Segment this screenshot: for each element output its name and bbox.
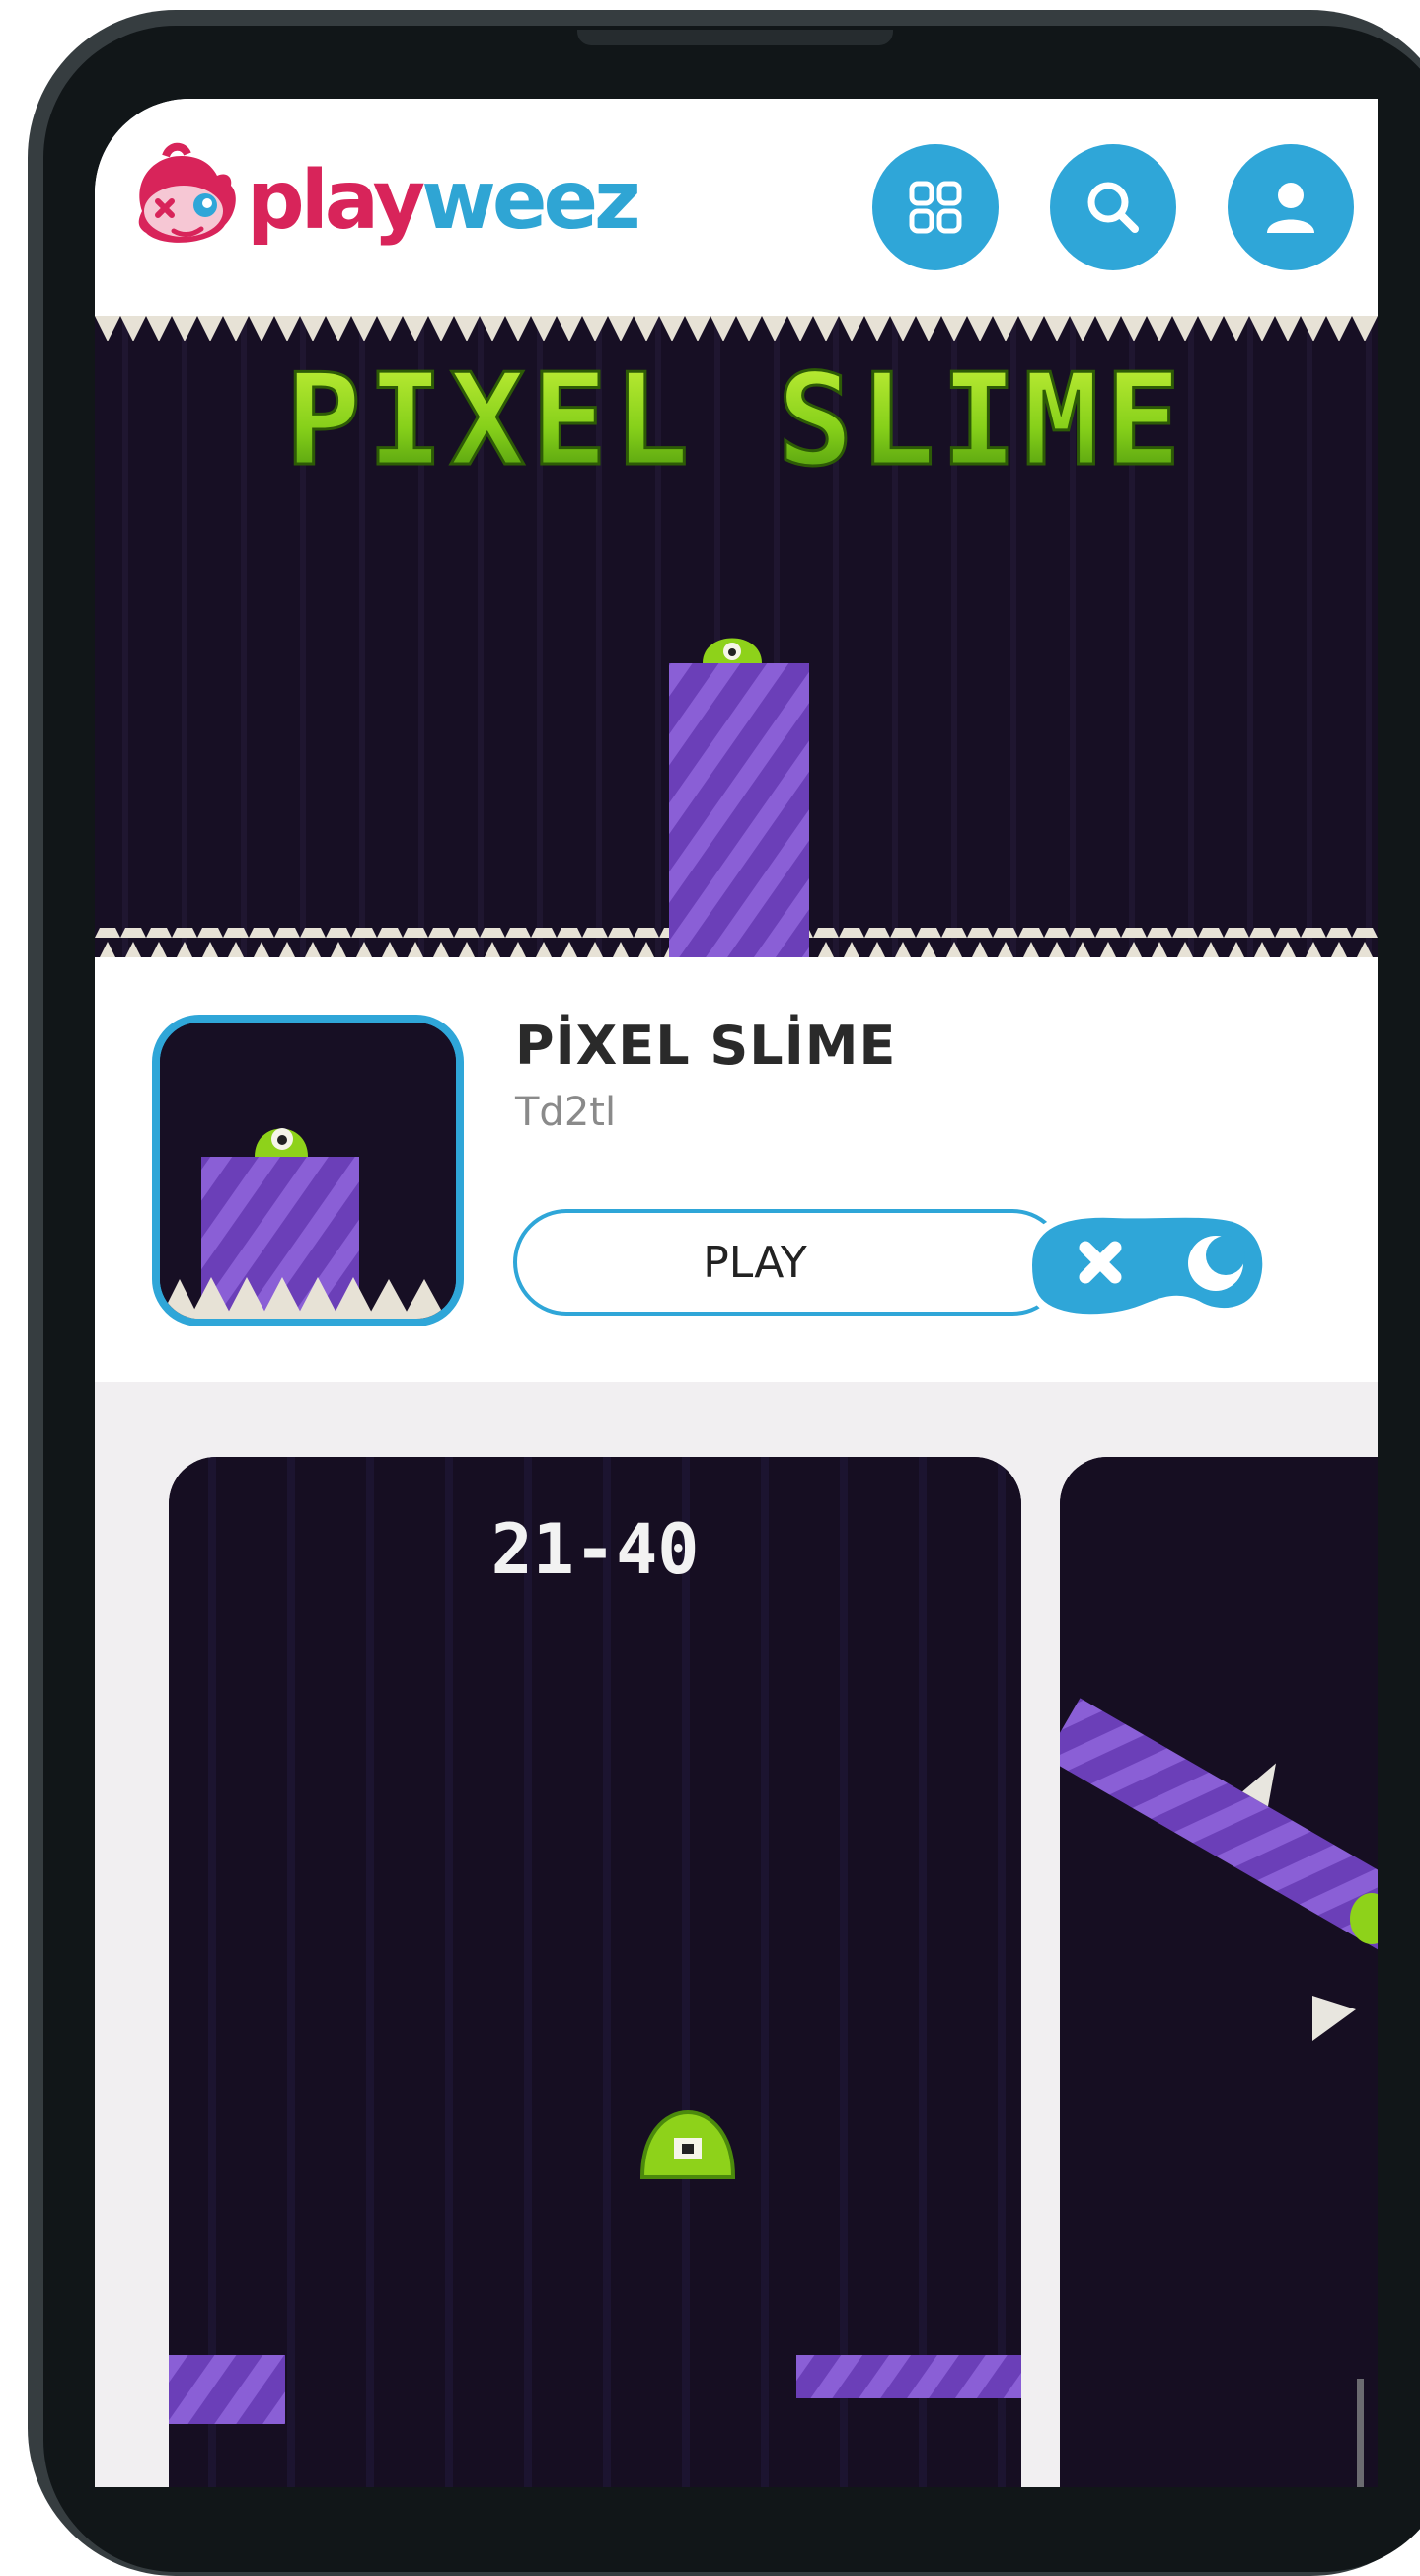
user-icon bbox=[1267, 183, 1314, 233]
logo-text-weez: weez bbox=[421, 154, 641, 248]
platform-left bbox=[169, 2355, 285, 2424]
game-developer: Td2tl bbox=[515, 1090, 617, 1135]
level-range-text: 21-40 bbox=[491, 1509, 700, 1590]
gamepad-icon bbox=[1023, 1209, 1271, 1323]
mascot-logo-icon bbox=[138, 142, 236, 243]
phone-speaker bbox=[577, 30, 893, 45]
categories-button[interactable] bbox=[872, 144, 999, 270]
user-button[interactable] bbox=[1228, 144, 1354, 270]
hero-artwork: PIXEL SLIME bbox=[95, 316, 1378, 959]
page-scrollbar[interactable] bbox=[1357, 2379, 1364, 2487]
game-thumbnail[interactable] bbox=[152, 1015, 464, 1326]
phone-screen: playweez PIXEL SLIME PİXEL SLİME Td2tl P… bbox=[95, 99, 1378, 2487]
platform-right bbox=[796, 2355, 1021, 2398]
screenshot-2-artwork bbox=[1060, 1457, 1378, 2487]
thumbnail-artwork bbox=[160, 1023, 456, 1319]
playweez-logo[interactable]: playweez bbox=[122, 142, 641, 261]
play-button[interactable]: PLAY bbox=[513, 1209, 1066, 1316]
game-info-section: PİXEL SLİME Td2tl PLAY bbox=[95, 957, 1378, 1382]
site-header: playweez bbox=[95, 99, 1378, 316]
categories-icon bbox=[909, 181, 962, 234]
game-screenshot-2[interactable] bbox=[1060, 1457, 1378, 2487]
game-hero-banner[interactable]: PIXEL SLIME bbox=[95, 316, 1378, 959]
hero-platform-pillar bbox=[669, 663, 809, 959]
search-icon bbox=[1087, 182, 1139, 233]
logo-wordmark: playweez bbox=[247, 161, 641, 242]
game-screenshot-1[interactable]: 21-40 bbox=[169, 1457, 1021, 2487]
screenshot-gallery: 21-40 bbox=[95, 1382, 1378, 2487]
logo-text-play: play bbox=[247, 154, 425, 248]
game-title: PİXEL SLİME bbox=[515, 1015, 897, 1077]
hero-title-text: PIXEL SLIME bbox=[285, 347, 1187, 494]
screenshot-1-artwork: 21-40 bbox=[169, 1457, 1021, 2487]
search-button[interactable] bbox=[1050, 144, 1176, 270]
